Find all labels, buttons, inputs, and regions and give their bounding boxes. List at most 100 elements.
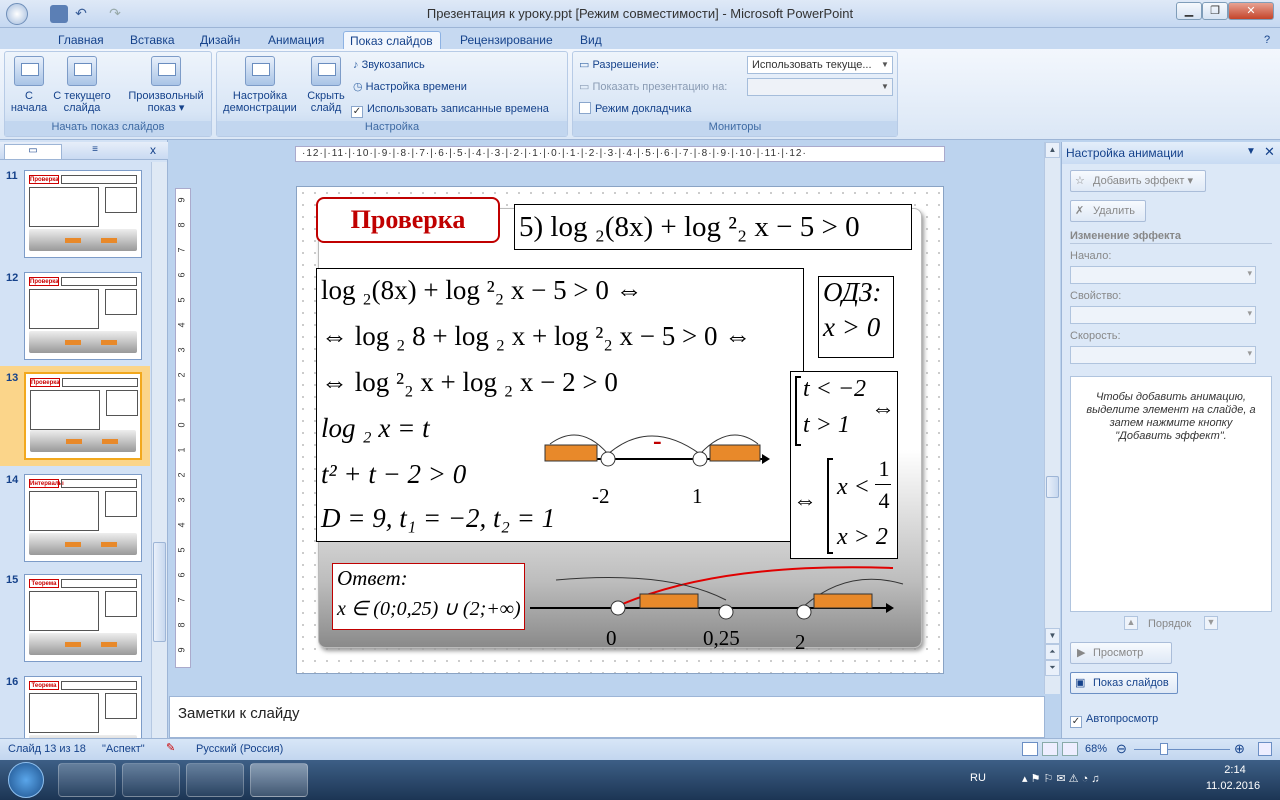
close-icon[interactable]: x xyxy=(150,143,156,157)
thumbnail-box xyxy=(105,187,137,213)
thumbnail-number: 15 xyxy=(6,574,19,586)
property-dropdown[interactable] xyxy=(1070,306,1256,324)
tab-slideshow[interactable]: Показ слайдов xyxy=(343,31,441,50)
from-current-button[interactable]: С текущего слайда xyxy=(51,56,113,114)
powerpoint-icon[interactable] xyxy=(250,763,308,797)
start-dropdown[interactable] xyxy=(1070,266,1256,284)
tab-home[interactable]: Главная xyxy=(52,31,110,50)
checkbox-checked: ✓ xyxy=(351,106,363,118)
group-monitors: ▭ Разрешение: Использовать текуще... ▼ ▭ … xyxy=(572,51,898,137)
slide-thumbnail[interactable]: Проверка xyxy=(24,372,142,460)
zoom-in-icon[interactable]: ⊕ xyxy=(1234,741,1245,757)
tab-insert[interactable]: Вставка xyxy=(124,31,181,50)
clock-date[interactable]: 11.02.2016 xyxy=(1198,780,1268,792)
resolution-dropdown[interactable]: Использовать текуще... ▼ xyxy=(747,56,893,74)
scrollbar-thumb[interactable] xyxy=(1046,476,1059,498)
notes-pane[interactable]: Заметки к слайду xyxy=(169,696,1045,738)
slide-thumbnail[interactable]: Проверка xyxy=(24,170,142,258)
slides-pane: ▭ ≡ x 11 Проверка 12 Проверка 13 Проверка 14 Ин… xyxy=(0,140,168,764)
tab-design[interactable]: Дизайн xyxy=(194,31,246,50)
slideshow-view-icon[interactable] xyxy=(1062,742,1078,756)
maximize-button[interactable]: ❐ xyxy=(1202,2,1228,20)
vertical-ruler: 9 8 7 6 5 4 3 2 1 0 1 2 3 4 5 6 7 8 9 xyxy=(175,188,191,668)
language-indicator[interactable]: Русский (Россия) xyxy=(196,743,283,755)
solution-box[interactable]: log ₂(8x) + log ²₂ x − 5 > 0 ⇔ ⇔ log ₂ 8… xyxy=(316,268,804,542)
chevron-down-icon[interactable]: ▼ xyxy=(1246,146,1256,157)
spellcheck-icon[interactable]: ✎ xyxy=(166,741,175,754)
slide-thumbnail[interactable]: Проверка xyxy=(24,272,142,360)
move-up-icon[interactable]: ▲ xyxy=(1124,616,1138,630)
scrollbar-thumb[interactable] xyxy=(153,542,166,642)
theme-name[interactable]: "Аспект" xyxy=(102,743,145,755)
word-icon[interactable] xyxy=(186,763,244,797)
tab-slides[interactable]: ▭ xyxy=(4,144,62,159)
open-point xyxy=(692,451,708,467)
normal-view-icon[interactable] xyxy=(1022,742,1038,756)
use-timings-checkbox[interactable]: ✓ Использовать записанные времена xyxy=(351,100,549,118)
thumbnail-box xyxy=(29,591,99,631)
slide-thumbnail[interactable]: Интервалы xyxy=(24,474,142,562)
ruler-tick-label: 8 xyxy=(176,622,187,628)
system-x2: x > 2 xyxy=(837,524,888,550)
slideshow-button[interactable]: ▣ Показ слайдов xyxy=(1070,672,1178,694)
system-t1: t < −2 xyxy=(803,376,867,402)
setup-show-button[interactable]: Настройка демонстрации xyxy=(219,56,301,114)
clock-time[interactable]: 2:14 xyxy=(1210,764,1260,776)
scroll-down-icon[interactable]: ▼ xyxy=(1045,628,1060,644)
divider xyxy=(1070,243,1272,244)
from-start-button[interactable]: С начала xyxy=(7,56,51,114)
rehearse-timings-button[interactable]: ◷ Настройка времени xyxy=(353,78,467,96)
input-language[interactable]: RU xyxy=(970,772,986,784)
start-button[interactable] xyxy=(8,762,44,798)
zoom-level[interactable]: 68% xyxy=(1085,743,1107,755)
move-down-icon[interactable]: ▼ xyxy=(1204,616,1218,630)
speed-dropdown[interactable] xyxy=(1070,346,1256,364)
tray-icons[interactable]: ▴ ⚑ ⚐ ✉ ⚠ ◔ ♫ xyxy=(1022,772,1100,785)
help-icon[interactable]: ? xyxy=(1258,31,1276,50)
thumbnail-box xyxy=(105,693,137,719)
odz-box[interactable]: ОДЗ: x > 0 xyxy=(818,276,894,358)
explorer-icon[interactable] xyxy=(58,763,116,797)
slide-thumbnail[interactable]: Теорема xyxy=(24,574,142,662)
thumbnail-box xyxy=(29,491,99,531)
preview-button[interactable]: ▶ Просмотр xyxy=(1070,642,1172,664)
minimize-button[interactable]: ▁ xyxy=(1176,2,1202,20)
order-label: Порядок xyxy=(1148,618,1192,630)
zoom-out-icon[interactable]: ⊖ xyxy=(1116,741,1127,757)
slide-sorter-icon[interactable] xyxy=(1042,742,1058,756)
task-equation[interactable]: 5) log ₂(8x) + log ²₂ x − 5 > 0 xyxy=(514,204,912,250)
fit-window-icon[interactable] xyxy=(1258,742,1272,756)
tab-animation[interactable]: Анимация xyxy=(262,31,330,50)
slide-header-proverka[interactable]: Проверка xyxy=(316,197,500,243)
scroll-up-icon[interactable]: ▲ xyxy=(1045,142,1060,158)
close-icon[interactable]: ✕ xyxy=(1264,144,1275,160)
number-line-2[interactable] xyxy=(528,562,908,626)
arrow-icon xyxy=(762,454,770,464)
zoom-slider-thumb[interactable] xyxy=(1160,743,1168,755)
slide-scrollbar[interactable]: ▲ ▼ ⏶ ⏷ xyxy=(1044,142,1060,694)
thumbnail-title: Проверка xyxy=(29,175,59,184)
odz-title: ОДЗ: xyxy=(823,277,882,307)
ruler-tick-label: 3 xyxy=(176,347,187,353)
tab-view[interactable]: Вид xyxy=(574,31,608,50)
show-on-dropdown[interactable]: ▼ xyxy=(747,78,893,96)
record-narration-button[interactable]: ♪ Звукозапись xyxy=(353,56,425,74)
next-slide-icon[interactable]: ⏷ xyxy=(1045,660,1060,676)
system-box[interactable]: t < −2 t > 1 ⇔ ⇔ x < 1 4 x > 2 xyxy=(790,371,898,559)
close-button[interactable]: ✕ xyxy=(1228,2,1274,20)
tab-outline[interactable]: ≡ xyxy=(66,144,124,159)
remove-button[interactable]: ✗ Удалить xyxy=(1070,200,1146,222)
animation-list[interactable]: Чтобы добавить анимацию, выделите элемен… xyxy=(1070,376,1272,612)
zoom-slider-track[interactable] xyxy=(1134,749,1230,750)
thumbnail-scrollbar[interactable] xyxy=(151,162,167,738)
chrome-icon[interactable] xyxy=(122,763,180,797)
answer-box[interactable]: Ответ: x ∈ (0;0,25) ∪ (2;+∞) xyxy=(332,563,525,630)
tab-review[interactable]: Рецензирование xyxy=(454,31,559,50)
presenter-view-checkbox[interactable]: Режим докладчика xyxy=(579,100,691,118)
open-point xyxy=(796,604,812,620)
add-effect-button[interactable]: ☆ Добавить эффект ▾ xyxy=(1070,170,1206,192)
autopreview-checkbox[interactable]: ✓ Автопросмотр xyxy=(1070,710,1158,728)
hide-slide-button[interactable]: Скрыть слайд xyxy=(301,56,351,114)
previous-slide-icon[interactable]: ⏶ xyxy=(1045,644,1060,660)
custom-show-button[interactable]: Произвольный показ ▾ xyxy=(121,56,211,114)
